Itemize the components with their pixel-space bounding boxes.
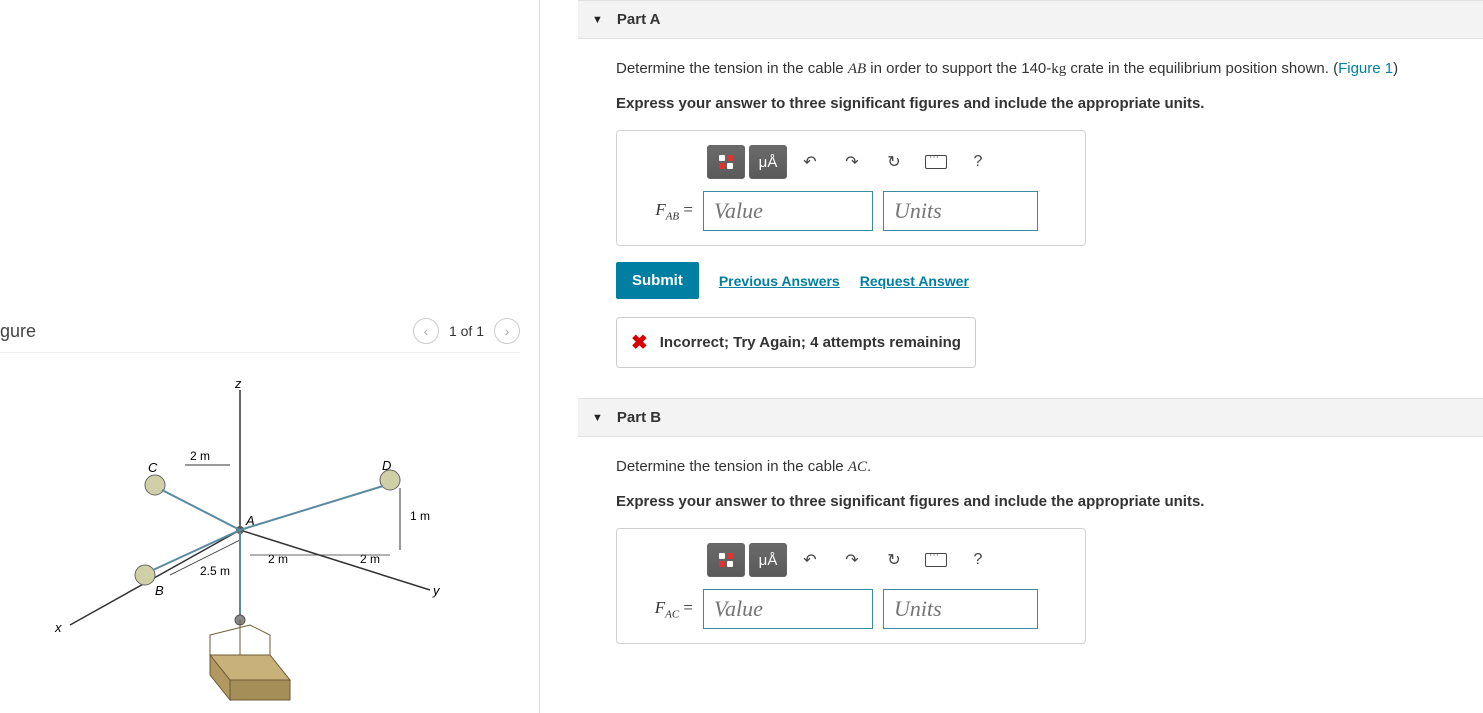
- var-symbol: F: [655, 598, 665, 617]
- svg-text:2 m: 2 m: [190, 449, 210, 463]
- units-tool-button[interactable]: μÅ: [749, 145, 787, 179]
- value-input[interactable]: [703, 191, 873, 231]
- q-var: AB: [848, 61, 866, 77]
- redo-button[interactable]: ↷: [833, 145, 871, 179]
- keyboard-icon: [925, 155, 947, 169]
- redo-button[interactable]: ↷: [833, 543, 871, 577]
- value-input[interactable]: [703, 589, 873, 629]
- var-subscript: AC: [665, 608, 679, 620]
- q-text: Determine the tension in the cable: [616, 458, 848, 475]
- keyboard-icon: [925, 553, 947, 567]
- axis-z-label: z: [234, 380, 242, 391]
- help-button[interactable]: ?: [959, 145, 997, 179]
- figure-title: gure: [0, 321, 36, 342]
- svg-text:C: C: [148, 460, 158, 475]
- undo-button[interactable]: ↶: [791, 543, 829, 577]
- units-tool-button[interactable]: μÅ: [749, 543, 787, 577]
- chevron-down-icon: ▼: [592, 412, 603, 424]
- submit-button[interactable]: Submit: [616, 262, 699, 299]
- question-pane: ▼ Part A Determine the tension in the ca…: [560, 0, 1483, 644]
- previous-answers-link[interactable]: Previous Answers: [719, 273, 840, 289]
- chevron-down-icon: ▼: [592, 14, 603, 26]
- reset-button[interactable]: ↻: [875, 543, 913, 577]
- pager-label: 1 of 1: [449, 323, 484, 339]
- svg-text:2 m: 2 m: [360, 552, 380, 566]
- incorrect-icon: ✖: [631, 330, 648, 355]
- pager-next-button[interactable]: ›: [494, 318, 520, 344]
- q-text: .: [867, 458, 871, 475]
- part-a-title: Part A: [617, 11, 661, 28]
- figure-header: gure ‹ 1 of 1 ›: [0, 318, 520, 353]
- part-b-title: Part B: [617, 409, 661, 426]
- answer-toolbar: μÅ ↶ ↷ ↻ ?: [707, 145, 1069, 179]
- part-a-question: Determine the tension in the cable AB in…: [578, 55, 1483, 81]
- variable-label: FAC =: [633, 598, 693, 620]
- part-a-instruction: Express your answer to three significant…: [578, 81, 1483, 130]
- figure-link[interactable]: Figure 1: [1338, 60, 1393, 77]
- var-symbol: F: [655, 200, 665, 219]
- svg-text:B: B: [155, 583, 164, 598]
- answer-row: FAC =: [633, 589, 1069, 629]
- keyboard-button[interactable]: [917, 145, 955, 179]
- undo-button[interactable]: ↶: [791, 145, 829, 179]
- figure-pager: ‹ 1 of 1 ›: [413, 318, 520, 344]
- part-a-header[interactable]: ▼ Part A: [578, 0, 1483, 39]
- keyboard-button[interactable]: [917, 543, 955, 577]
- fraction-icon: [719, 155, 733, 169]
- help-button[interactable]: ?: [959, 543, 997, 577]
- request-answer-link[interactable]: Request Answer: [860, 273, 969, 289]
- eq-sign: =: [679, 200, 693, 219]
- q-text: ): [1393, 60, 1398, 77]
- svg-text:2 m: 2 m: [268, 552, 288, 566]
- q-text: crate in the equilibrium position shown.…: [1066, 60, 1338, 77]
- reset-button[interactable]: ↻: [875, 145, 913, 179]
- part-a-answer-box: μÅ ↶ ↷ ↻ ? FAB =: [616, 130, 1086, 246]
- units-input[interactable]: [883, 191, 1038, 231]
- feedback-box: ✖ Incorrect; Try Again; 4 attempts remai…: [616, 317, 976, 368]
- axis-x-label: x: [54, 620, 62, 635]
- var-subscript: AB: [666, 210, 679, 222]
- svg-text:D: D: [382, 458, 391, 473]
- part-b-answer-box: μÅ ↶ ↷ ↻ ? FAC =: [616, 528, 1086, 644]
- svg-text:1 m: 1 m: [410, 509, 430, 523]
- part-b-header[interactable]: ▼ Part B: [578, 398, 1483, 437]
- figure-pane: gure ‹ 1 of 1 › z x y A C 2 m D: [0, 0, 540, 713]
- units-input[interactable]: [883, 589, 1038, 629]
- q-unit: kg: [1051, 61, 1066, 77]
- q-text: Determine the tension in the cable: [616, 60, 848, 77]
- svg-text:2.5 m: 2.5 m: [200, 564, 230, 578]
- feedback-message: Incorrect; Try Again; 4 attempts remaini…: [660, 334, 961, 351]
- eq-sign: =: [679, 598, 693, 617]
- q-var: AC: [848, 459, 867, 475]
- answer-toolbar: μÅ ↶ ↷ ↻ ?: [707, 543, 1069, 577]
- fraction-icon: [719, 553, 733, 567]
- part-a-submit-row: Submit Previous Answers Request Answer: [616, 262, 1483, 299]
- figure-diagram: z x y A C 2 m D 1 m 2 m 2 m B: [40, 380, 460, 710]
- fraction-tool-button[interactable]: [707, 145, 745, 179]
- part-b-question: Determine the tension in the cable AC.: [578, 453, 1483, 479]
- fraction-tool-button[interactable]: [707, 543, 745, 577]
- axis-y-label: y: [432, 583, 441, 598]
- pager-prev-button[interactable]: ‹: [413, 318, 439, 344]
- variable-label: FAB =: [633, 200, 693, 222]
- part-b-instruction: Express your answer to three significant…: [578, 479, 1483, 528]
- q-text: in order to support the 140-: [866, 60, 1051, 77]
- answer-row: FAB =: [633, 191, 1069, 231]
